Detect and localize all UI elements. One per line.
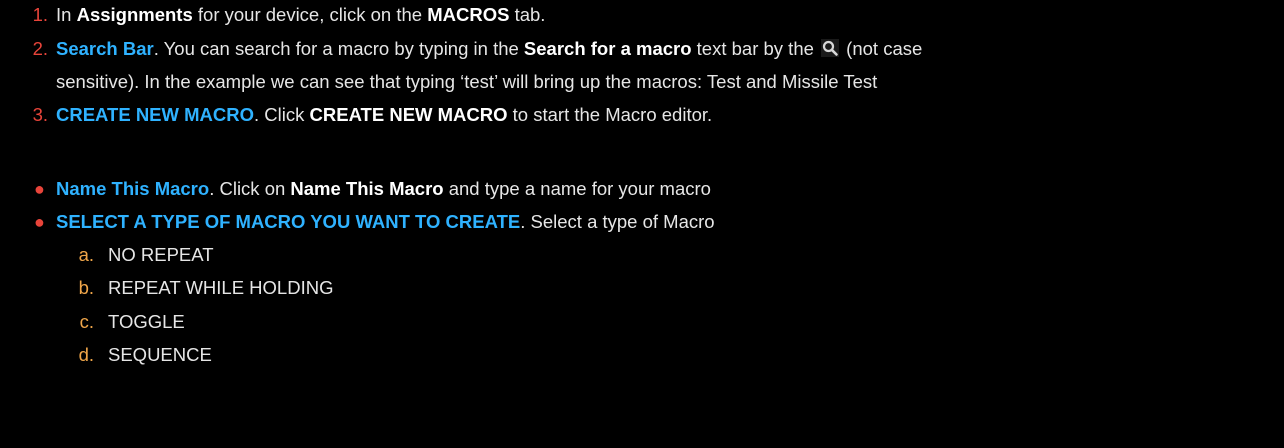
name-this-macro-heading: Name This Macro xyxy=(56,178,210,199)
subitem-text: TOGGLE xyxy=(108,311,185,332)
step-text: . You can search for a macro by typing i… xyxy=(153,38,524,59)
select-type-heading: SELECT A TYPE OF MACRO YOU WANT TO CREAT… xyxy=(56,211,521,232)
search-bar-heading: Search Bar xyxy=(56,38,154,59)
bullet-text: . Click on xyxy=(209,178,291,199)
step-text: text bar by the xyxy=(691,38,820,59)
subitem-letter: d. xyxy=(78,344,94,365)
assignments-term: Assignments xyxy=(76,4,193,25)
subitem-letter: a. xyxy=(78,244,94,265)
macros-tab-term: MACROS xyxy=(427,4,510,25)
step-text: sensitive). In the example we can see th… xyxy=(56,71,878,92)
step-text: to start the Macro editor. xyxy=(507,104,713,125)
step-number: 2. xyxy=(32,38,48,59)
subitem-text: SEQUENCE xyxy=(108,344,212,365)
bullet-text: . Select a type of Macro xyxy=(520,211,715,232)
search-icon xyxy=(821,39,840,57)
step-2-continued: sensitive). In the example we can see th… xyxy=(56,70,877,94)
create-new-macro-term: CREATE NEW MACRO xyxy=(309,104,508,125)
step-number: 3. xyxy=(32,104,48,125)
subitem-text: REPEAT WHILE HOLDING xyxy=(108,277,334,298)
document-page: 1. In Assignments for your device, click… xyxy=(0,0,1284,448)
name-this-macro-term: Name This Macro xyxy=(290,178,444,199)
subitem-letter: b. xyxy=(78,277,94,298)
step-text: for your device, click on the xyxy=(192,4,428,25)
step-text: tab. xyxy=(509,4,546,25)
search-for-macro-term: Search for a macro xyxy=(523,38,692,59)
step-text: In xyxy=(56,4,77,25)
create-new-macro-heading: CREATE NEW MACRO xyxy=(56,104,255,125)
subitem-text: NO REPEAT xyxy=(108,244,214,265)
subitem-letter: c. xyxy=(79,311,94,332)
bullet-text: and type a name for your macro xyxy=(443,178,711,199)
step-text: (not case xyxy=(841,38,923,59)
step-text: . Click xyxy=(254,104,310,125)
step-number: 1. xyxy=(32,4,48,25)
